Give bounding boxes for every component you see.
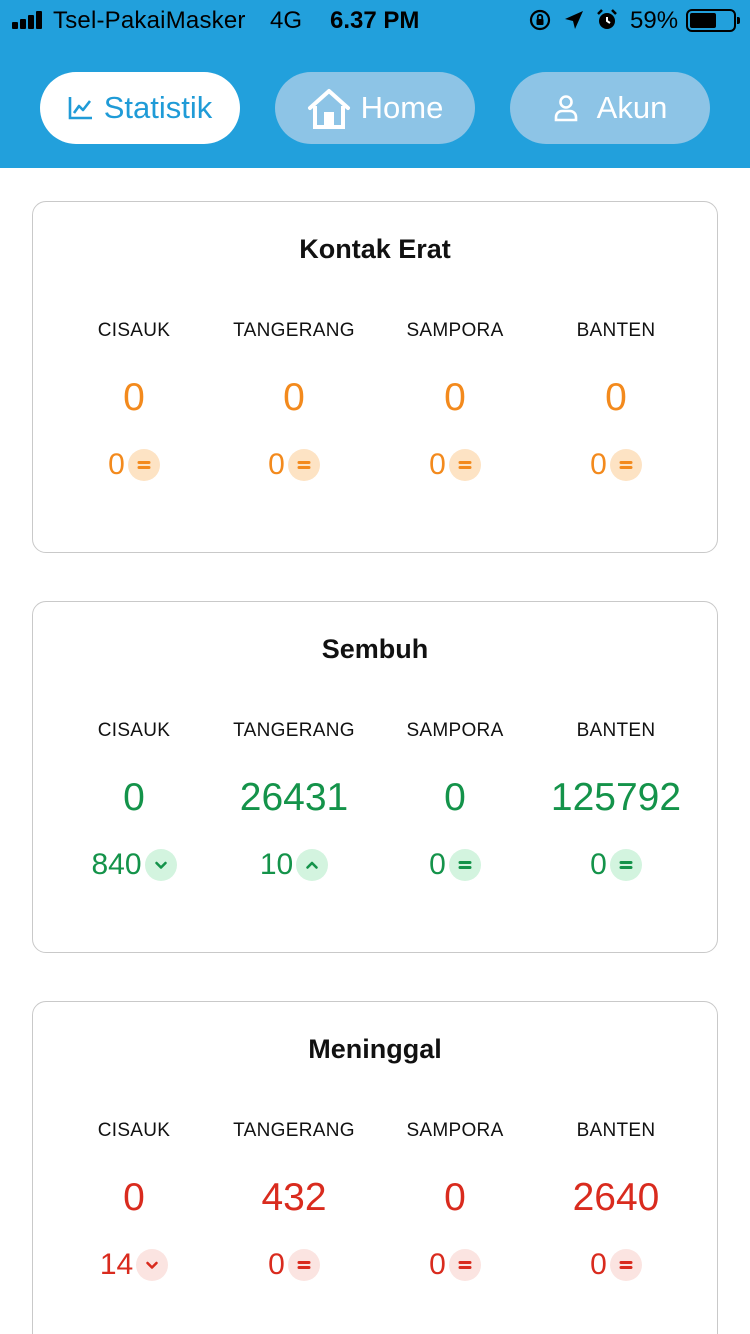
tab-akun[interactable]: Akun: [510, 72, 710, 144]
change-value: 0: [590, 1248, 607, 1281]
region-name: TANGERANG: [233, 720, 355, 741]
change-value: 0: [108, 448, 125, 481]
signal-icon: [12, 11, 46, 29]
region-name: CISAUK: [97, 1120, 171, 1141]
equal-icon: [127, 449, 160, 481]
region-change: 0: [526, 1248, 706, 1282]
region-change: 0: [44, 448, 224, 482]
battery-icon: [686, 9, 740, 32]
change-value: 10: [259, 848, 294, 881]
tab-akun-label: Akun: [596, 90, 668, 125]
home-icon: [307, 89, 350, 129]
card-title: Meninggal: [308, 1034, 442, 1064]
region-change: 0: [365, 848, 545, 882]
region-change: 0: [204, 448, 384, 482]
chevron-down-icon: [136, 1249, 169, 1281]
alarm-icon: [597, 9, 617, 29]
equal-icon: [287, 449, 320, 481]
card-title: Sembuh: [321, 634, 429, 664]
region-value: 0: [123, 376, 145, 419]
change-value: 0: [429, 1248, 446, 1281]
region-change: 0: [526, 848, 706, 882]
equal-icon: [609, 849, 642, 881]
tab-statistik[interactable]: Statistik: [40, 72, 240, 144]
change-value: 840: [91, 848, 142, 881]
equal-icon: [448, 849, 481, 881]
region-value: 0: [444, 1176, 466, 1219]
change-value: 0: [429, 848, 446, 881]
carrier-name: Tsel-PakaiMasker: [53, 7, 246, 34]
region-value: 0: [444, 776, 466, 819]
location-arrow-icon: [565, 11, 583, 29]
region-name: BANTEN: [576, 320, 656, 341]
orientation-lock-icon: [529, 9, 551, 31]
equal-icon: [448, 449, 481, 481]
network-type: 4G: [270, 7, 303, 34]
change-value: 0: [268, 1248, 285, 1281]
chart-line-icon: [68, 97, 92, 120]
status-bar: Tsel-PakaiMasker 4G 6.37 PM 59%: [0, 0, 750, 40]
app-header: Tsel-PakaiMasker 4G 6.37 PM 59% Statisti…: [0, 0, 750, 168]
region-value: 432: [261, 1176, 327, 1219]
region-change: 0: [365, 1248, 545, 1282]
region-change: 840: [44, 848, 224, 882]
region-name: TANGERANG: [233, 1120, 355, 1141]
battery-percentage: 59%: [630, 7, 679, 34]
change-value: 0: [590, 448, 607, 481]
region-change: 14: [44, 1248, 224, 1282]
stat-card-sembuh: Sembuh CISAUK 0 840 TANGERANG 26431 10 S…: [32, 601, 718, 953]
region-name: BANTEN: [576, 1120, 656, 1141]
region-value: 2640: [572, 1176, 660, 1219]
equal-icon: [609, 449, 642, 481]
region-value: 0: [444, 376, 466, 419]
region-name: SAMPORA: [406, 720, 504, 741]
equal-icon: [448, 1249, 481, 1281]
chevron-up-icon: [296, 849, 329, 881]
card-title: Kontak Erat: [299, 234, 451, 264]
stat-card-kontak-erat: Kontak Erat CISAUK 0 0 TANGERANG 0 0 SAM…: [32, 201, 718, 553]
change-value: 0: [590, 848, 607, 881]
region-name: CISAUK: [97, 320, 171, 341]
equal-icon: [287, 1249, 320, 1281]
region-change: 10: [204, 848, 384, 882]
region-change: 0: [204, 1248, 384, 1282]
region-name: SAMPORA: [406, 320, 504, 341]
user-icon: [554, 95, 577, 122]
region-value: 0: [123, 1176, 145, 1219]
change-value: 0: [429, 448, 446, 481]
tab-home-label: Home: [360, 90, 444, 125]
chevron-down-icon: [144, 849, 177, 881]
region-name: CISAUK: [97, 720, 171, 741]
region-value: 125792: [550, 776, 682, 819]
equal-icon: [609, 1249, 642, 1281]
tab-home[interactable]: Home: [275, 72, 475, 144]
region-value: 0: [283, 376, 305, 419]
region-name: BANTEN: [576, 720, 656, 741]
clock: 6.37 PM: [330, 7, 420, 34]
tab-statistik-label: Statistik: [103, 90, 213, 125]
change-value: 14: [99, 1248, 134, 1281]
stat-card-meninggal: Meninggal CISAUK 0 14 TANGERANG 432 0 SA…: [32, 1001, 718, 1334]
region-value: 0: [605, 376, 627, 419]
region-change: 0: [365, 448, 545, 482]
change-value: 0: [268, 448, 285, 481]
region-name: TANGERANG: [233, 320, 355, 341]
region-name: SAMPORA: [406, 1120, 504, 1141]
region-change: 0: [526, 448, 706, 482]
region-value: 0: [123, 776, 145, 819]
region-value: 26431: [239, 776, 349, 819]
